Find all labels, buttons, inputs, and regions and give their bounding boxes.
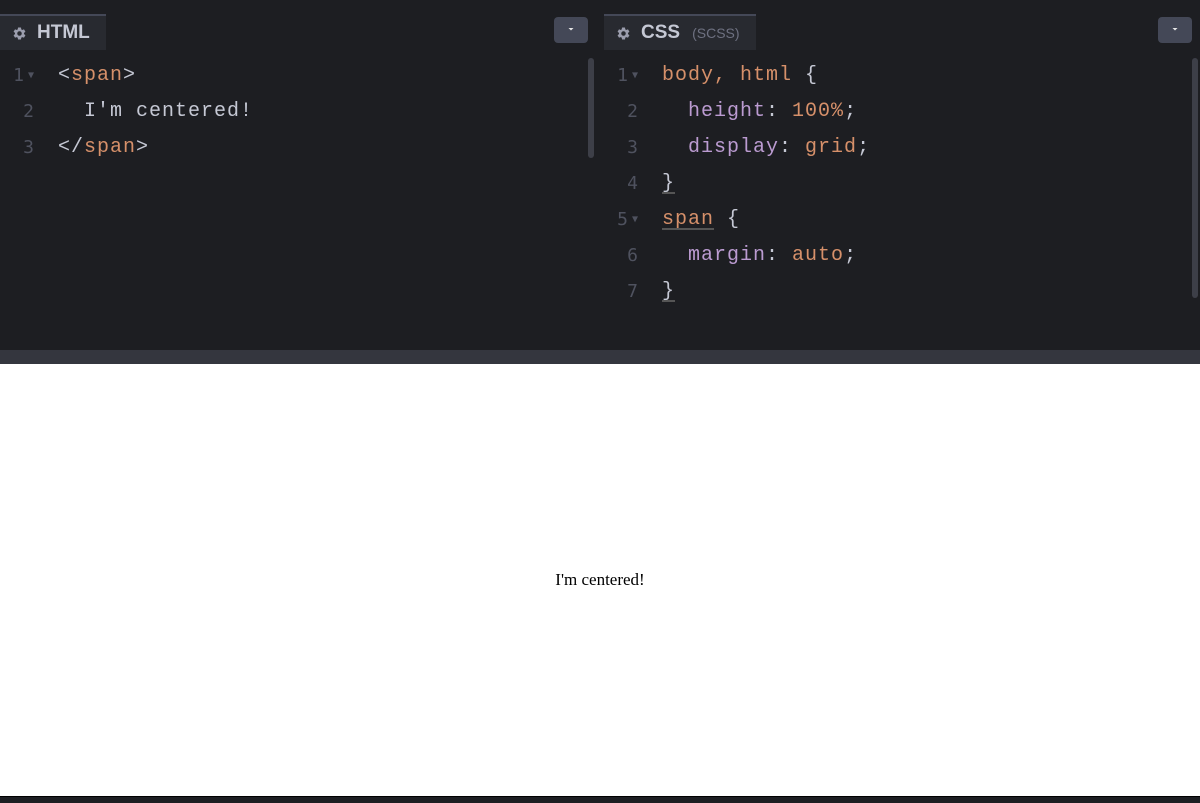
html-panel-header: HTML bbox=[0, 10, 596, 50]
gutter-number: 3 bbox=[23, 130, 34, 166]
css-tab[interactable]: CSS (SCSS) bbox=[604, 14, 756, 50]
gear-icon[interactable] bbox=[12, 26, 27, 41]
fold-arrow-icon[interactable]: ▼ bbox=[632, 58, 638, 94]
code-token: : bbox=[779, 136, 805, 159]
code-token: { bbox=[792, 64, 818, 87]
code-token: } bbox=[662, 172, 675, 195]
css-panel-subtitle: (SCSS) bbox=[692, 25, 739, 41]
code-token: } bbox=[662, 280, 675, 303]
gear-icon[interactable] bbox=[616, 26, 631, 41]
html-editor[interactable]: 1▼ 2 3 <span> I'm centered! </span> bbox=[0, 50, 596, 350]
fold-arrow-icon[interactable]: ▼ bbox=[28, 58, 34, 94]
gutter-number: 1 bbox=[617, 58, 628, 94]
css-panel-header: CSS (SCSS) bbox=[604, 10, 1200, 50]
code-token bbox=[662, 136, 688, 159]
css-editor[interactable]: 1▼ 2 3 4 5▼ 6 7 body, html { height: 100… bbox=[604, 50, 1200, 350]
code-token: span bbox=[71, 64, 123, 87]
code-token: > bbox=[123, 64, 136, 87]
output-pane: I'm centered! bbox=[0, 364, 1200, 796]
scrollbar-thumb[interactable] bbox=[1192, 58, 1198, 298]
panel-divider[interactable] bbox=[0, 350, 1200, 364]
code-token: : bbox=[766, 244, 792, 267]
fold-arrow-icon[interactable]: ▼ bbox=[632, 202, 638, 238]
css-gutter: 1▼ 2 3 4 5▼ 6 7 bbox=[604, 58, 644, 310]
gutter-number: 2 bbox=[23, 94, 34, 130]
html-tab[interactable]: HTML bbox=[0, 14, 106, 50]
gutter-number: 3 bbox=[627, 130, 638, 166]
code-token: 100% bbox=[792, 100, 844, 123]
gutter-number: 5 bbox=[617, 202, 628, 238]
html-collapse-button[interactable] bbox=[554, 17, 588, 43]
code-token: ; bbox=[844, 100, 857, 123]
code-token: auto bbox=[792, 244, 844, 267]
code-token: span bbox=[662, 208, 714, 231]
code-token: grid bbox=[805, 136, 857, 159]
html-panel-title: HTML bbox=[37, 22, 90, 44]
chevron-down-icon bbox=[565, 23, 577, 38]
code-token: span bbox=[84, 136, 136, 159]
html-code[interactable]: <span> I'm centered! </span> bbox=[58, 58, 596, 166]
bottom-bar bbox=[0, 796, 1200, 803]
code-token: height bbox=[688, 100, 766, 123]
code-token: { bbox=[714, 208, 740, 231]
gutter-number: 1 bbox=[13, 58, 24, 94]
gutter-number: 4 bbox=[627, 166, 638, 202]
code-token: display bbox=[688, 136, 779, 159]
scrollbar-thumb[interactable] bbox=[588, 58, 594, 158]
code-token: I'm centered! bbox=[84, 100, 253, 123]
code-token bbox=[662, 100, 688, 123]
editor-panels: HTML 1▼ 2 3 <span> I'm centered! </span> bbox=[0, 10, 1200, 350]
gutter-number: 2 bbox=[627, 94, 638, 130]
code-token bbox=[58, 100, 84, 123]
gutter-number: 7 bbox=[627, 274, 638, 310]
code-token: < bbox=[58, 64, 71, 87]
css-code[interactable]: body, html { height: 100%; display: grid… bbox=[662, 58, 1200, 310]
gutter-number: 6 bbox=[627, 238, 638, 274]
html-panel: HTML 1▼ 2 3 <span> I'm centered! </span> bbox=[0, 10, 596, 350]
css-panel: CSS (SCSS) 1▼ 2 3 4 5▼ 6 7 body, html { bbox=[604, 10, 1200, 350]
code-token: ; bbox=[844, 244, 857, 267]
css-collapse-button[interactable] bbox=[1158, 17, 1192, 43]
html-gutter: 1▼ 2 3 bbox=[0, 58, 40, 166]
code-token: : bbox=[766, 100, 792, 123]
code-token: body, html bbox=[662, 64, 792, 87]
code-token: ; bbox=[857, 136, 870, 159]
code-token: </ bbox=[58, 136, 84, 159]
top-gap bbox=[0, 0, 1200, 10]
code-token bbox=[662, 244, 688, 267]
code-token: > bbox=[136, 136, 149, 159]
code-token: margin bbox=[688, 244, 766, 267]
chevron-down-icon bbox=[1169, 23, 1181, 38]
output-text: I'm centered! bbox=[555, 570, 644, 590]
css-panel-title: CSS bbox=[641, 22, 680, 44]
